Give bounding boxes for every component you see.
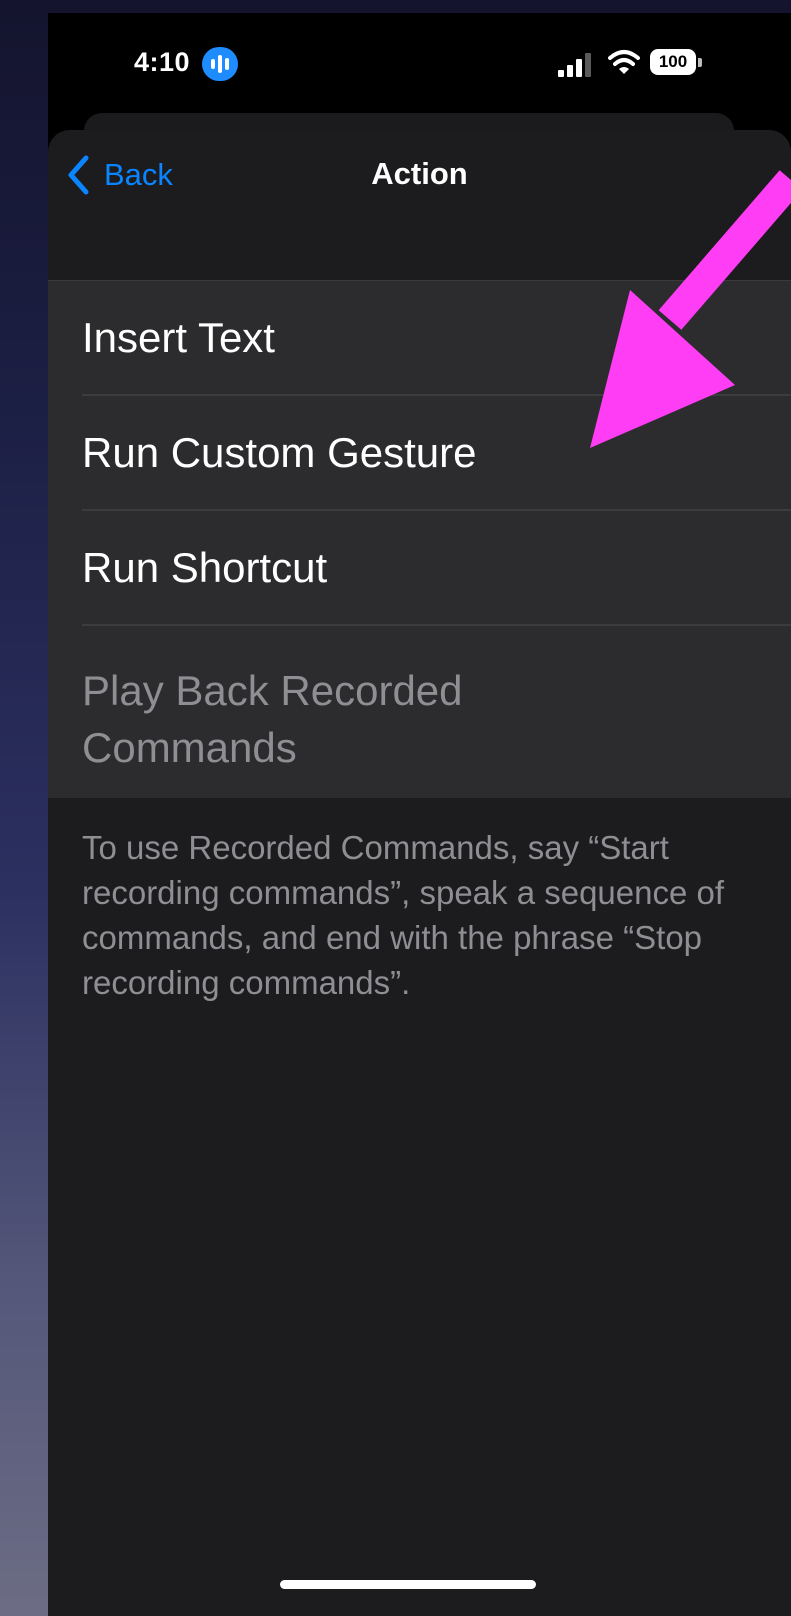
option-label: Run Custom Gesture — [82, 429, 477, 476]
option-run-shortcut[interactable]: Run Shortcut — [48, 511, 791, 626]
battery-icon: 100 — [650, 49, 702, 75]
option-label: Play Back Recorded Commands — [82, 667, 463, 771]
home-indicator[interactable] — [280, 1580, 536, 1589]
status-time: 4:10 — [134, 47, 191, 77]
back-label: Back — [104, 157, 173, 192]
live-activity-icon[interactable] — [202, 47, 238, 81]
option-play-back-recorded-commands: Play Back Recorded Commands — [48, 626, 791, 798]
battery-level: 100 — [650, 49, 696, 75]
option-label: Insert Text — [82, 314, 275, 361]
footer-note: To use Recorded Commands, say “Start rec… — [82, 829, 725, 1001]
option-label: Run Shortcut — [82, 544, 328, 591]
chevron-left-icon — [68, 155, 89, 195]
cellular-signal-icon — [558, 53, 592, 77]
back-button[interactable]: Back — [66, 150, 173, 200]
annotation-arrow-icon — [590, 170, 791, 448]
status-bar: 4:10 100 — [48, 13, 791, 113]
wifi-icon — [608, 50, 640, 74]
